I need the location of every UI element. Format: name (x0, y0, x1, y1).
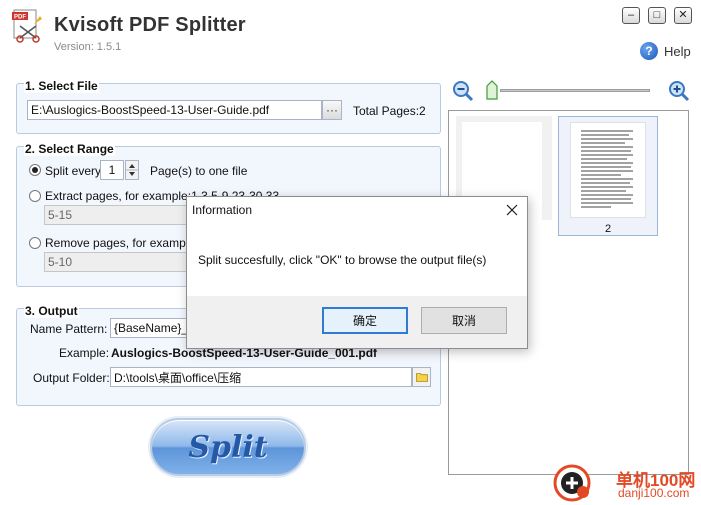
output-title: 3. Output (24, 304, 79, 318)
zoom-slider-handle[interactable] (486, 80, 498, 100)
name-pattern-input[interactable]: {BaseName}_{0 (110, 318, 190, 338)
svg-text:PDF: PDF (14, 15, 26, 21)
help-icon[interactable]: ? (640, 42, 658, 60)
page-number-label: 2 (604, 223, 612, 235)
maximize-button[interactable]: □ (648, 7, 666, 24)
extract-pages-input[interactable]: 5-15 (44, 205, 194, 225)
file-path-input[interactable]: E:\Auslogics-BoostSpeed-13-User-Guide.pd… (27, 100, 322, 120)
maximize-icon: □ (653, 9, 661, 21)
ellipsis-icon: ··· (326, 103, 338, 117)
name-pattern-label: Name Pattern: (30, 322, 108, 336)
output-folder-label: Output Folder: (33, 371, 110, 385)
browse-file-button[interactable]: ··· (322, 100, 342, 120)
cancel-button[interactable]: 取消 (421, 307, 507, 334)
select-file-title: 1. Select File (24, 79, 99, 93)
split-every-radio[interactable] (29, 164, 41, 176)
split-every-stepper[interactable] (125, 160, 139, 180)
zoom-out-icon[interactable] (452, 80, 474, 102)
remove-pages-label: Remove pages, for example: (45, 236, 199, 250)
zoom-in-icon[interactable] (668, 80, 690, 102)
remove-pages-radio[interactable] (29, 237, 41, 249)
dialog-message: Split succesfully, click "OK" to browse … (198, 253, 487, 267)
help-link[interactable]: Help (664, 44, 691, 59)
split-button-label: Split (188, 429, 268, 465)
select-range-title: 2. Select Range (24, 142, 115, 156)
example-label: Example: (59, 346, 110, 360)
watermark-logo-icon (553, 464, 591, 502)
extract-pages-radio[interactable] (29, 190, 41, 202)
folder-icon (415, 373, 428, 382)
dialog-close-icon[interactable] (503, 201, 521, 219)
remove-pages-input[interactable]: 5-10 (44, 252, 194, 272)
total-pages-label: Total Pages:2 (353, 104, 426, 118)
output-folder-input[interactable]: D:\tools\桌面\office\压缩 (110, 367, 412, 387)
watermark-site-url: danji100.com (618, 486, 690, 500)
minimize-button[interactable]: – (622, 7, 640, 24)
close-button[interactable]: ✕ (674, 7, 692, 24)
ok-button[interactable]: 确定 (322, 307, 408, 334)
close-icon: ✕ (678, 9, 688, 21)
app-version: Version: 1.5.1 (54, 41, 122, 53)
app-title: Kvisoft PDF Splitter (54, 14, 246, 36)
dialog-title: Information (192, 203, 253, 217)
zoom-slider-track[interactable] (500, 89, 650, 92)
minimize-icon: – (627, 9, 635, 21)
app-logo-icon: PDF (10, 8, 46, 44)
split-every-input[interactable]: 1 (100, 160, 124, 180)
split-button[interactable]: Split (150, 418, 306, 476)
page-thumbnail-paper (570, 122, 646, 218)
split-every-label: Split every (45, 164, 102, 178)
browse-folder-button[interactable] (412, 367, 431, 387)
split-every-suffix: Page(s) to one file (150, 164, 248, 178)
